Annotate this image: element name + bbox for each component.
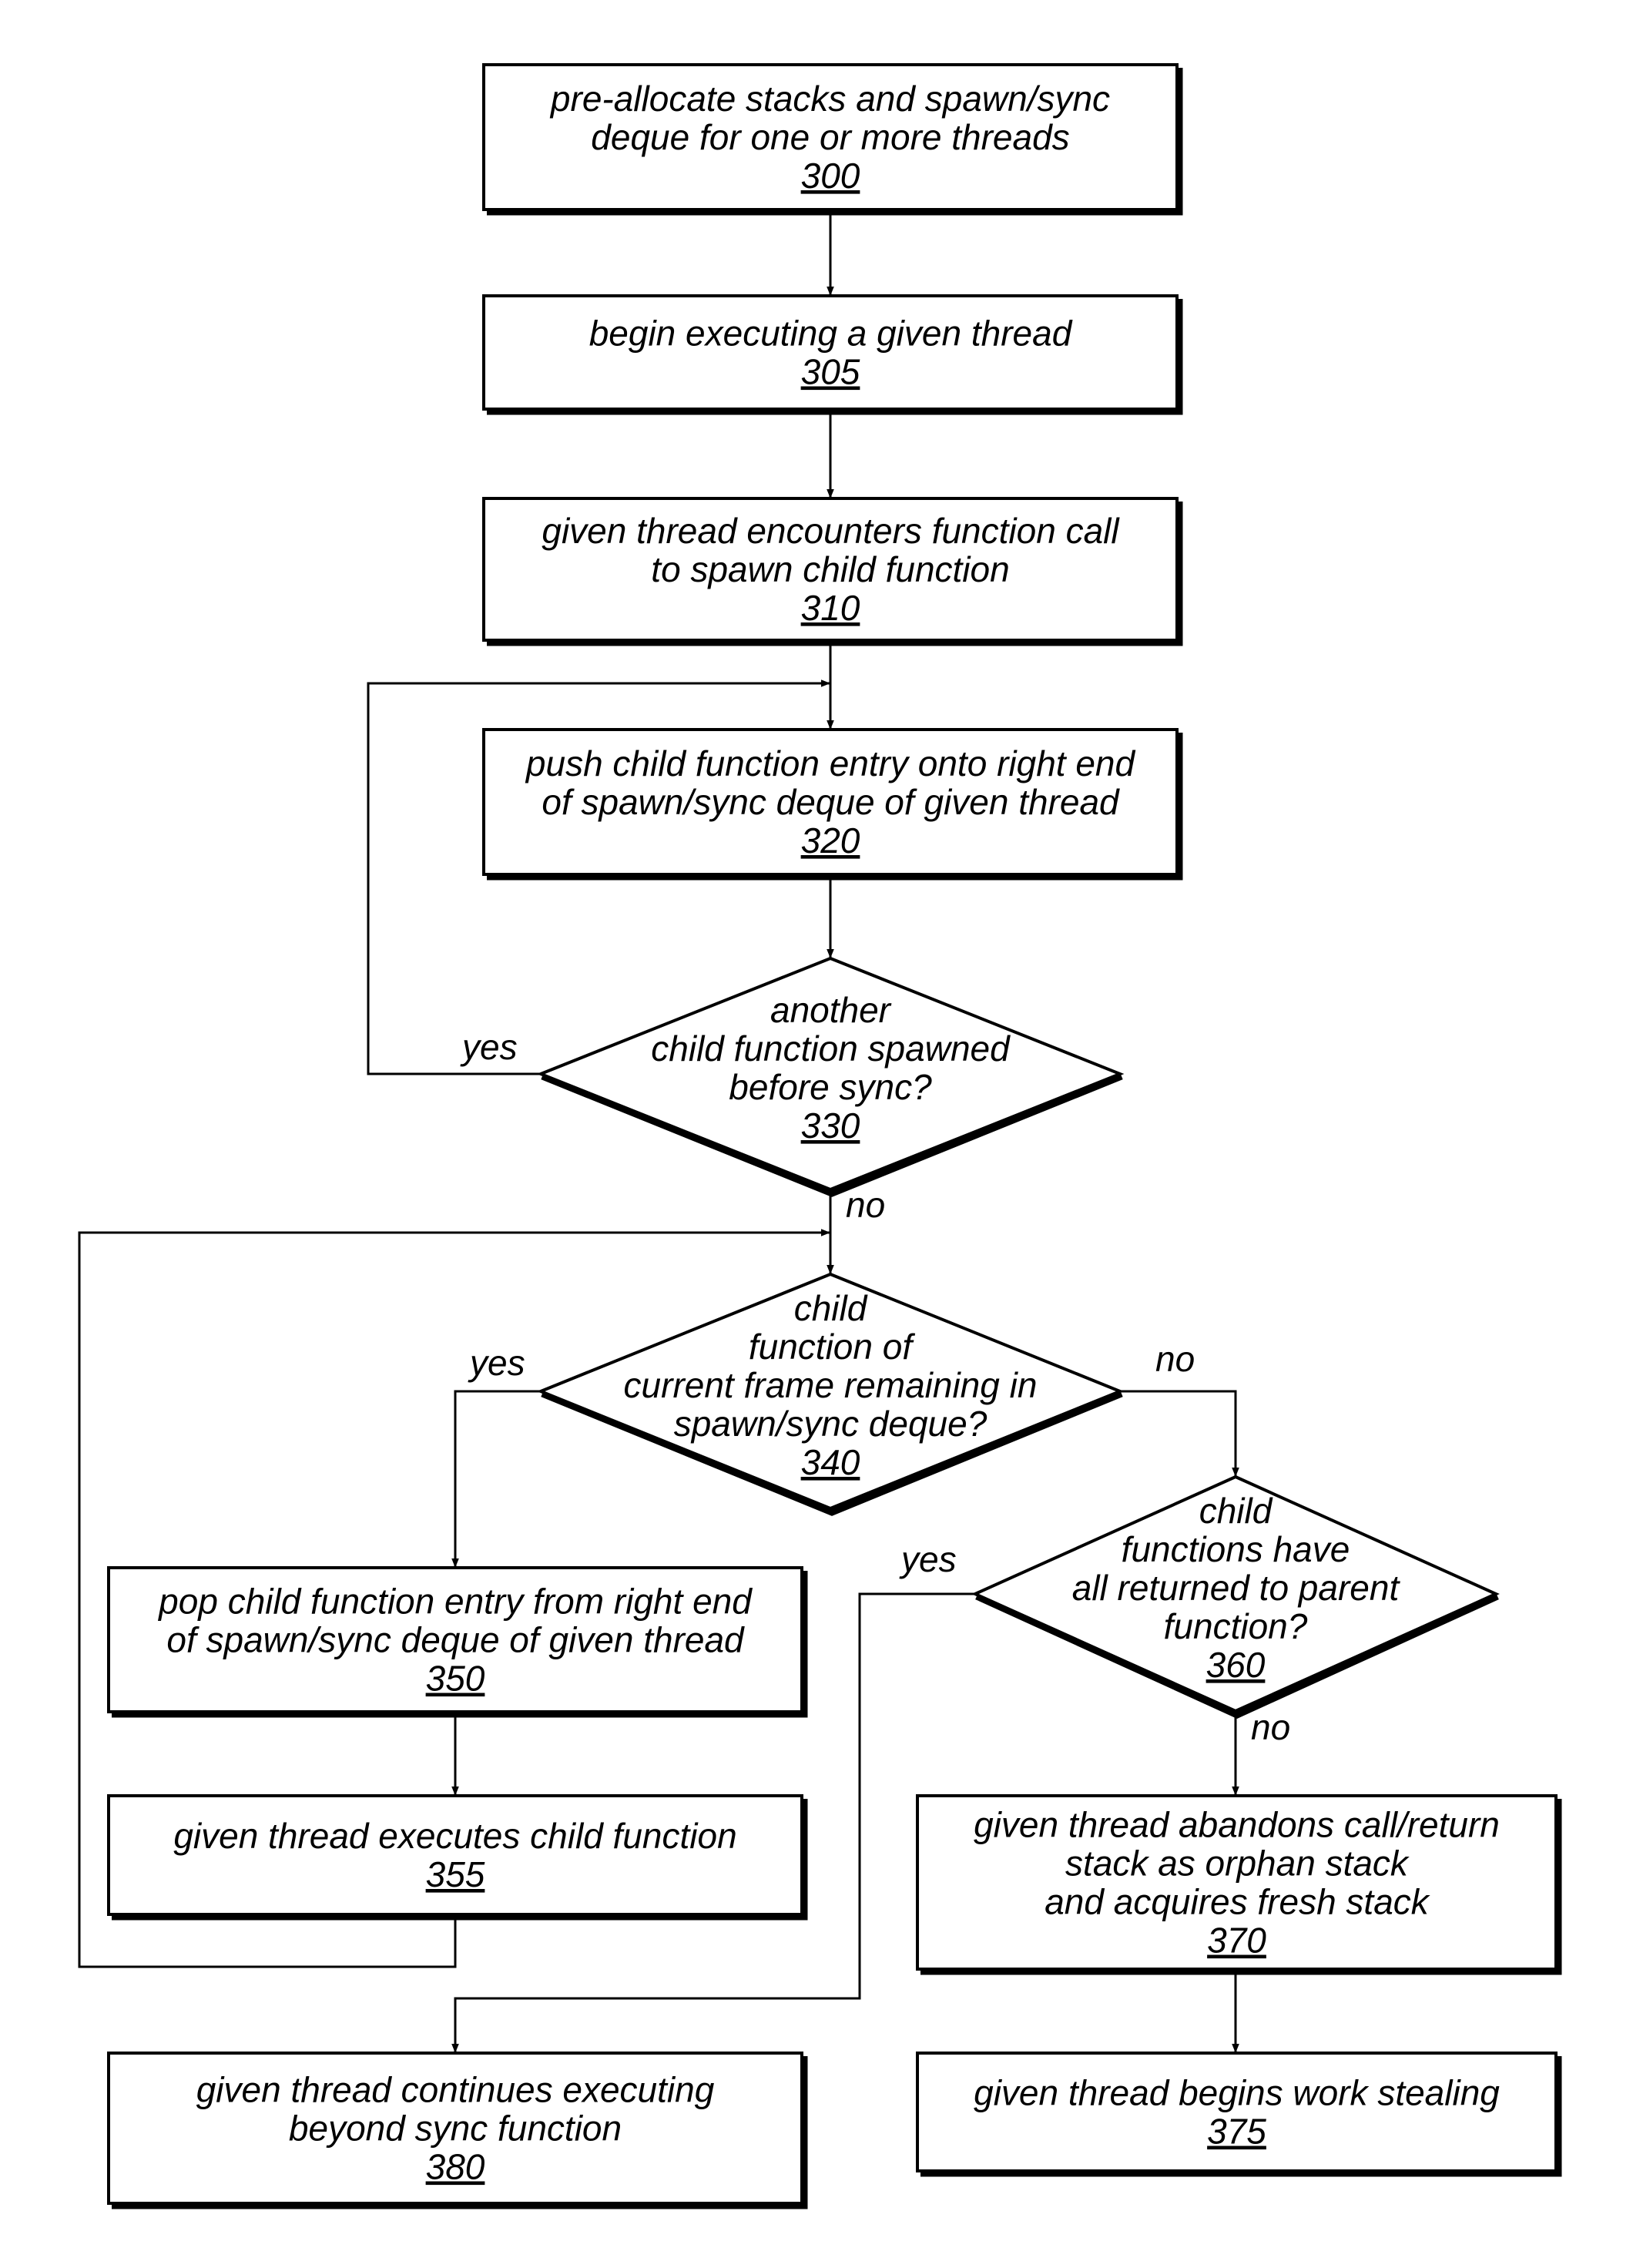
node-text-line: deque for one or more threads	[591, 117, 1069, 157]
node-text-line: functions have	[1122, 1529, 1350, 1569]
node-text-line: to spawn child function	[651, 549, 1009, 589]
decision-340: childfunction ofcurrent frame remaining …	[536, 1272, 1125, 1516]
node-text-line: begin executing a given thread	[589, 314, 1073, 354]
node-text-line: child function spawned	[651, 1028, 1011, 1069]
node-text-line: child	[1199, 1491, 1273, 1531]
node-text-line: child	[794, 1288, 868, 1328]
reference-number: 360	[1206, 1645, 1266, 1685]
edge-label-no: no	[1155, 1339, 1195, 1379]
process-box-370: given thread abandons call/returnstack a…	[916, 1794, 1562, 1975]
node-text-line: function?	[1164, 1606, 1308, 1646]
process-box-305: begin executing a given thread305	[482, 294, 1183, 415]
reference-number: 310	[801, 588, 860, 628]
node-text-line: given thread continues executing	[196, 2070, 715, 2110]
node-text-line: function of	[749, 1327, 915, 1367]
node-text-line: push child function entry onto right end	[525, 743, 1136, 783]
process-box-350: pop child function entry from right endo…	[107, 1566, 808, 1718]
node-text-line: pop child function entry from right end	[157, 1582, 753, 1622]
reference-number: 370	[1207, 1921, 1266, 1961]
reference-number: 300	[801, 156, 860, 196]
process-box-310: given thread encounters function callto …	[482, 497, 1183, 646]
decision-330: anotherchild function spawnedbefore sync…	[536, 956, 1125, 1197]
node-text-line: given thread executes child function	[173, 1816, 736, 1856]
process-box-320: push child function entry onto right end…	[482, 728, 1183, 881]
edge-label-no: no	[846, 1185, 885, 1225]
edge-label-yes: yes	[460, 1027, 518, 1067]
process-box-355: given thread executes child function355	[107, 1794, 808, 1921]
node-text-line: pre-allocate stacks and spawn/sync	[549, 79, 1110, 119]
node-text-line: all returned to parent	[1072, 1568, 1401, 1608]
edge-label-yes: yes	[899, 1539, 957, 1579]
reference-number: 380	[426, 2147, 485, 2187]
node-text-line: spawn/sync deque?	[674, 1404, 988, 1444]
node-text-line: current frame remaining in	[624, 1365, 1038, 1405]
process-box-375: given thread begins work stealing375	[916, 2052, 1562, 2177]
arrow-340-to-360	[1120, 1390, 1239, 1477]
decision-360: childfunctions haveall returned to paren…	[971, 1475, 1500, 1719]
reference-number: 375	[1207, 2112, 1266, 2152]
node-text-line: another	[770, 990, 892, 1030]
reference-number: 350	[426, 1659, 485, 1699]
node-text-line: given thread abandons call/return	[974, 1805, 1500, 1845]
node-text-line: of spawn/sync deque of given thread	[542, 782, 1120, 822]
node-text-line: of spawn/sync deque of given thread	[166, 1620, 745, 1660]
node-text-line: given thread encounters function call	[542, 511, 1120, 551]
edges	[78, 210, 1239, 2053]
reference-number: 340	[801, 1442, 860, 1482]
reference-number: 330	[801, 1105, 860, 1146]
process-box-300: pre-allocate stacks and spawn/syncdeque …	[482, 63, 1183, 216]
reference-number: 305	[801, 352, 860, 392]
arrow-340-to-350	[451, 1390, 541, 1568]
edge-label-no: no	[1251, 1707, 1290, 1747]
node-text-line: beyond sync function	[289, 2109, 622, 2149]
node-text-line: before sync?	[729, 1067, 932, 1107]
node-text-line: stack as orphan stack	[1065, 1844, 1410, 1884]
edge-label-yes: yes	[468, 1343, 525, 1383]
flowchart: pre-allocate stacks and spawn/syncdeque …	[78, 63, 1562, 2209]
reference-number: 355	[426, 1854, 485, 1894]
process-box-380: given thread continues executingbeyond s…	[107, 2052, 808, 2209]
node-text-line: given thread begins work stealing	[974, 2073, 1500, 2113]
reference-number: 320	[801, 820, 860, 861]
node-text-line: and acquires fresh stack	[1045, 1882, 1430, 1922]
nodes: pre-allocate stacks and spawn/syncdeque …	[107, 63, 1562, 2209]
